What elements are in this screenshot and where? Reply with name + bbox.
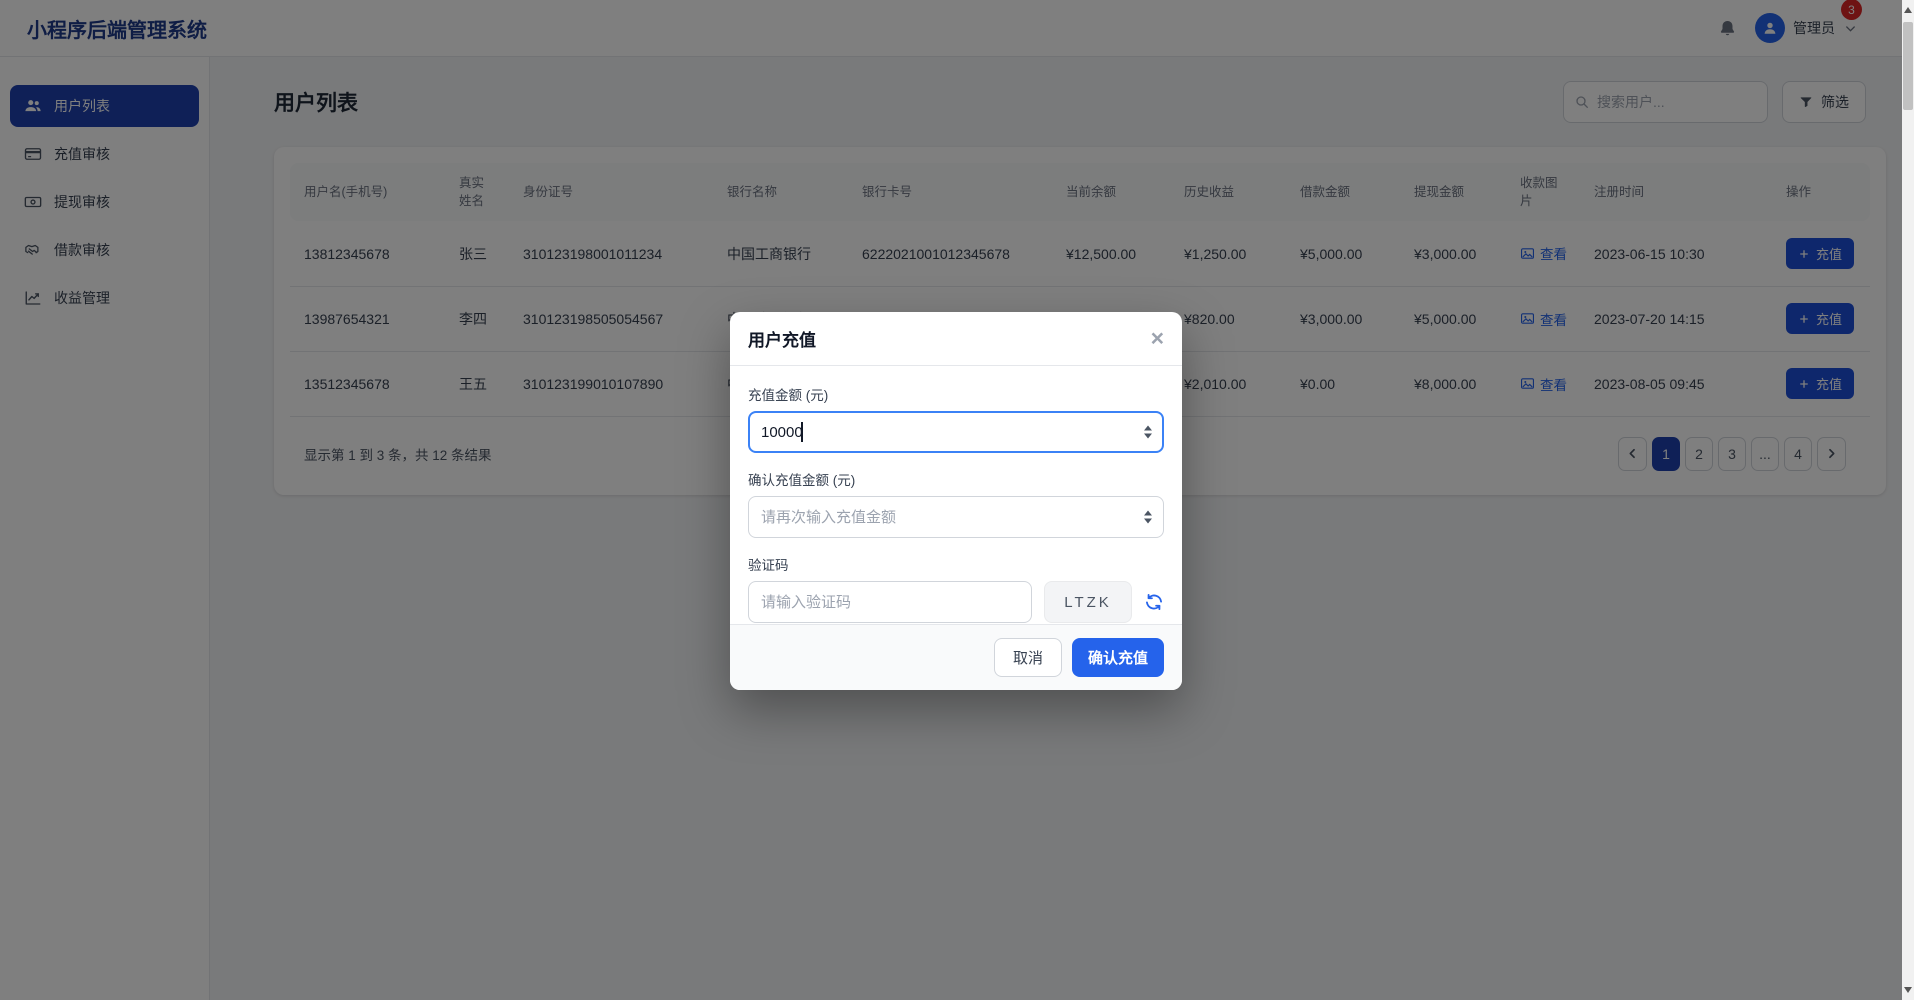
confirm-recharge-button[interactable]: 确认充值 — [1072, 638, 1164, 677]
captcha-input[interactable] — [748, 581, 1032, 623]
scrollbar-down-icon[interactable] — [1904, 987, 1912, 993]
spinner-up-icon — [1144, 426, 1152, 431]
recharge-amount-input[interactable] — [748, 411, 1164, 453]
captcha-field: LTZK — [748, 581, 1164, 623]
browser-scrollbar[interactable] — [1902, 0, 1914, 1000]
amount-label: 充值金额 (元) — [748, 384, 1164, 404]
modal-footer: 取消 确认充值 — [730, 624, 1182, 690]
recharge-modal: 用户充值 × 充值金额 (元) 确认充值金额 (元) 验证码 LTZK 取消 确… — [730, 312, 1182, 690]
confirm-amount-field — [748, 496, 1164, 538]
number-stepper[interactable] — [1144, 511, 1152, 524]
close-icon[interactable]: × — [1151, 327, 1164, 350]
number-stepper[interactable] — [1144, 426, 1152, 439]
captcha-label: 验证码 — [748, 554, 1164, 574]
confirm-amount-input[interactable] — [748, 496, 1164, 538]
spinner-up-icon — [1144, 511, 1152, 516]
spinner-down-icon — [1144, 434, 1152, 439]
scrollbar-up-icon[interactable] — [1904, 7, 1912, 13]
captcha-code: LTZK — [1044, 581, 1132, 623]
modal-title: 用户充值 — [748, 326, 816, 351]
scrollbar-thumb[interactable] — [1903, 22, 1913, 110]
cancel-button[interactable]: 取消 — [994, 638, 1062, 677]
confirm-amount-label: 确认充值金额 (元) — [748, 469, 1164, 489]
refresh-icon[interactable] — [1144, 592, 1164, 612]
modal-body: 充值金额 (元) 确认充值金额 (元) 验证码 LTZK — [730, 366, 1182, 624]
amount-field — [748, 411, 1164, 453]
text-caret — [801, 422, 803, 442]
spinner-down-icon — [1144, 519, 1152, 524]
modal-header: 用户充值 × — [730, 312, 1182, 366]
